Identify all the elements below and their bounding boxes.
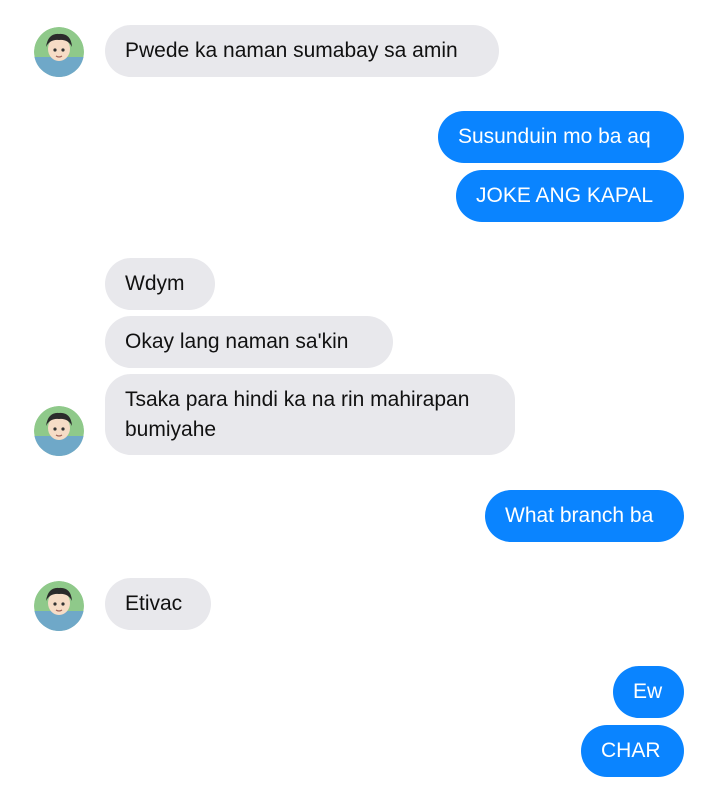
- outgoing-message-bubble[interactable]: Ew: [613, 666, 684, 718]
- outgoing-message-bubble[interactable]: CHAR: [581, 725, 684, 777]
- contact-avatar-icon[interactable]: [34, 27, 84, 77]
- incoming-message-bubble[interactable]: Okay lang naman sa'kin: [105, 316, 393, 368]
- outgoing-message-bubble[interactable]: JOKE ANG KAPAL: [456, 170, 684, 222]
- outgoing-message-bubble[interactable]: What branch ba: [485, 490, 684, 542]
- incoming-message-bubble[interactable]: Wdym: [105, 258, 215, 310]
- incoming-message-bubble[interactable]: Pwede ka naman sumabay sa amin: [105, 25, 499, 77]
- incoming-message-bubble[interactable]: Tsaka para hindi ka na rin mahirapan bum…: [105, 374, 515, 455]
- incoming-message-bubble[interactable]: Etivac: [105, 578, 211, 630]
- contact-avatar-icon[interactable]: [34, 406, 84, 456]
- outgoing-message-bubble[interactable]: Susunduin mo ba aq: [438, 111, 684, 163]
- contact-avatar-icon[interactable]: [34, 581, 84, 631]
